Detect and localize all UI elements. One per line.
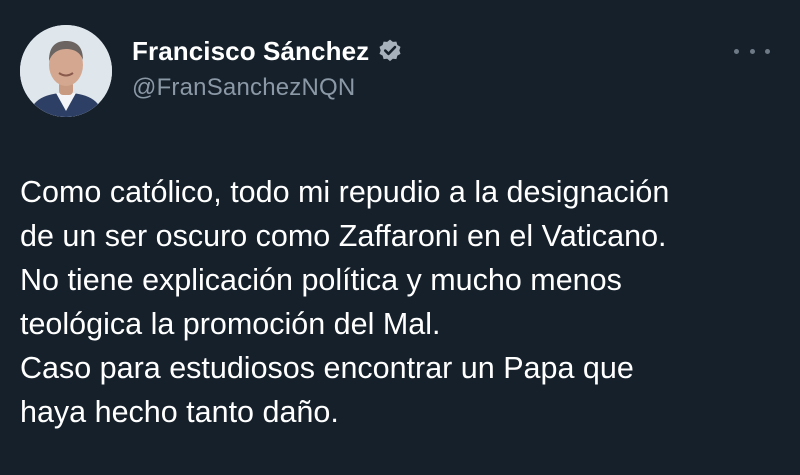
author-handle[interactable]: @FranSanchezNQN bbox=[132, 74, 403, 102]
tweet-text-line: Caso para estudiosos encontrar un Papa q… bbox=[20, 351, 634, 385]
tweet-text: Como católico, todo mi repudio a la desi… bbox=[20, 170, 790, 434]
more-dot bbox=[734, 48, 739, 54]
verified-badge-icon bbox=[377, 38, 403, 64]
tweet-text-line: de un ser oscuro como Zaffaroni en el Va… bbox=[20, 219, 667, 253]
author-name[interactable]: Francisco Sánchez bbox=[132, 36, 369, 67]
tweet-text-line: No tiene explicación política y mucho me… bbox=[20, 263, 622, 297]
tweet-card: Francisco Sánchez @FranSanchezNQN Como c… bbox=[0, 0, 800, 475]
tweet-header: Francisco Sánchez @FranSanchezNQN bbox=[132, 34, 403, 102]
avatar-photo bbox=[20, 25, 112, 117]
name-row: Francisco Sánchez bbox=[132, 34, 403, 68]
tweet-text-line: teológica la promoción del Mal. bbox=[20, 307, 441, 341]
tweet-text-line: Como católico, todo mi repudio a la desi… bbox=[20, 175, 670, 209]
more-options-icon[interactable] bbox=[734, 40, 770, 62]
avatar[interactable] bbox=[20, 25, 112, 117]
more-dot bbox=[749, 48, 755, 54]
tweet-text-line: haya hecho tanto daño. bbox=[20, 395, 339, 429]
more-dot bbox=[765, 48, 770, 54]
